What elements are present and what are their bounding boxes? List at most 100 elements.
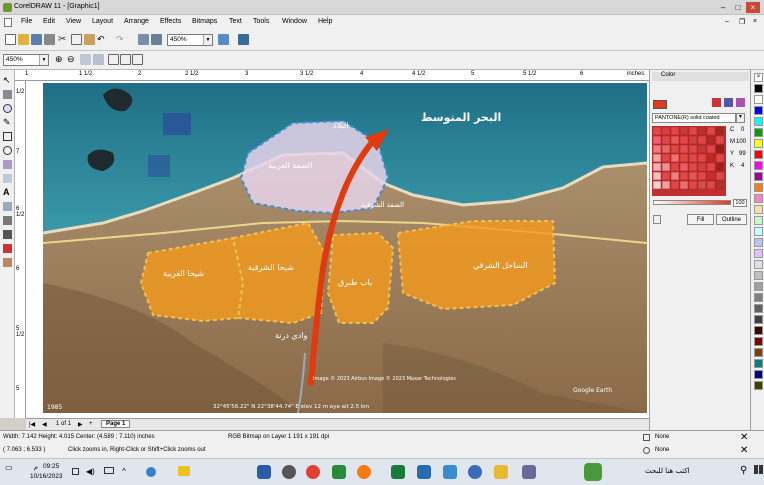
- weather-icon[interactable]: [178, 466, 190, 476]
- polygon-tool-icon[interactable]: [3, 160, 12, 169]
- minimize-button[interactable]: –: [716, 2, 730, 13]
- taskbar-word-icon[interactable]: [257, 465, 271, 479]
- rectangle-tool-icon[interactable]: [3, 132, 12, 141]
- chevron-down-icon[interactable]: ▼: [736, 113, 745, 123]
- zoom-width-icon[interactable]: [120, 54, 131, 65]
- save-icon[interactable]: [31, 34, 42, 45]
- notification-icon[interactable]: ▭: [5, 463, 13, 472]
- swatch-teal[interactable]: [754, 359, 763, 368]
- close-button[interactable]: ×: [746, 2, 760, 13]
- outline-button[interactable]: Outline: [716, 214, 747, 225]
- basic-shapes-icon[interactable]: [3, 174, 12, 183]
- menu-help[interactable]: Help: [318, 18, 332, 25]
- paste-icon[interactable]: [84, 34, 95, 45]
- swatch-50-black[interactable]: [754, 293, 763, 302]
- fill-indicator-icon[interactable]: [643, 434, 650, 441]
- taskbar-chrome-icon[interactable]: [306, 465, 320, 479]
- corel-online-icon[interactable]: [238, 34, 249, 45]
- interactive-blend-icon[interactable]: [3, 202, 12, 211]
- color-mixer-icon[interactable]: [724, 98, 733, 107]
- page-tab[interactable]: Page 1: [101, 420, 131, 428]
- swatch-lavender[interactable]: [754, 238, 763, 247]
- keyboard-icon[interactable]: [72, 468, 79, 475]
- windows-start-icon[interactable]: [754, 465, 763, 474]
- menu-view[interactable]: View: [66, 18, 81, 25]
- swatch-70-black[interactable]: [754, 304, 763, 313]
- undo-icon[interactable]: ↶: [97, 34, 108, 45]
- tint-slider[interactable]: [653, 200, 731, 205]
- zoom-all-icon[interactable]: [93, 54, 104, 65]
- zoom-levels-combo[interactable]: 450% ▼: [167, 34, 213, 46]
- export-icon[interactable]: [151, 34, 162, 45]
- zoom-page-icon[interactable]: [108, 54, 119, 65]
- freehand-tool-icon[interactable]: ✎: [3, 118, 12, 127]
- text-tool-icon[interactable]: A: [3, 188, 12, 197]
- eyedropper-icon[interactable]: [3, 216, 12, 225]
- zoom-out-icon[interactable]: ⊖: [67, 54, 78, 65]
- swatch-mint[interactable]: [754, 216, 763, 225]
- menu-layout[interactable]: Layout: [92, 18, 113, 25]
- search-icon[interactable]: ⚲: [740, 465, 747, 476]
- taskbar-firefox-icon[interactable]: [357, 465, 371, 479]
- swatch-30-black[interactable]: [754, 282, 763, 291]
- swatch-cyan[interactable]: [754, 117, 763, 126]
- menu-tools[interactable]: Tools: [253, 18, 269, 25]
- application-launcher-icon[interactable]: [218, 34, 229, 45]
- clock-time[interactable]: 09:25: [43, 463, 59, 470]
- swatch-cream[interactable]: [754, 205, 763, 214]
- swatch-red[interactable]: [754, 150, 763, 159]
- swatch-navy[interactable]: [754, 370, 763, 379]
- search-highlight-icon[interactable]: [584, 463, 602, 481]
- outline-tool-icon[interactable]: [3, 230, 12, 239]
- fill-button[interactable]: Fill: [687, 214, 714, 225]
- copy-icon[interactable]: [71, 34, 82, 45]
- no-color-swatch[interactable]: ×: [754, 73, 763, 82]
- menu-effects[interactable]: Effects: [160, 18, 181, 25]
- property-zoom-combo[interactable]: 450% ▼: [3, 54, 49, 66]
- taskbar-search-input[interactable]: اكتب هنا للبحث: [645, 467, 690, 475]
- print-icon[interactable]: [44, 34, 55, 45]
- import-icon[interactable]: [138, 34, 149, 45]
- swatch-magenta[interactable]: [754, 161, 763, 170]
- swatch-90-black[interactable]: [754, 315, 763, 324]
- zoom-selected-icon[interactable]: [80, 54, 91, 65]
- volume-icon[interactable]: ◀): [86, 467, 95, 476]
- fill-tool-icon[interactable]: [3, 244, 12, 253]
- doc-restore-icon[interactable]: ❐: [739, 18, 745, 26]
- ellipse-tool-icon[interactable]: [3, 146, 12, 155]
- menu-edit[interactable]: Edit: [43, 18, 55, 25]
- taskbar-excel-icon[interactable]: [391, 465, 405, 479]
- drawing-canvas[interactable]: البحر المتوسط البلاد الضفة الغربية الضفة…: [26, 81, 649, 418]
- taskbar-app-icon[interactable]: [282, 465, 296, 479]
- tint-value[interactable]: 100: [733, 199, 747, 207]
- redo-icon[interactable]: ↷: [116, 34, 127, 45]
- doc-close-icon[interactable]: ×: [753, 18, 757, 25]
- new-icon[interactable]: [5, 34, 16, 45]
- show-hidden-icon[interactable]: ^: [122, 467, 126, 476]
- next-page-icon[interactable]: ▶: [78, 421, 83, 428]
- zoom-in-icon[interactable]: ⊕: [55, 54, 66, 65]
- interactive-fill-icon[interactable]: [3, 258, 12, 267]
- swatch-olive[interactable]: [754, 381, 763, 390]
- taskbar-mail-icon[interactable]: [417, 465, 431, 479]
- menu-file[interactable]: File: [21, 18, 32, 25]
- swatch-green[interactable]: [754, 128, 763, 137]
- swatch-black[interactable]: [754, 84, 763, 93]
- swatch-pink[interactable]: [754, 194, 763, 203]
- taskbar-store-icon[interactable]: [443, 465, 457, 479]
- network-icon[interactable]: [104, 467, 114, 474]
- taskbar-explorer-icon[interactable]: [494, 465, 508, 479]
- swatch-blue[interactable]: [754, 106, 763, 115]
- tray-app-icon[interactable]: [146, 467, 156, 477]
- palette-selector[interactable]: PANTONE(R) solid coated: [652, 113, 736, 123]
- taskbar-edge-icon[interactable]: [468, 465, 482, 479]
- swatch-brown[interactable]: [754, 348, 763, 357]
- taskbar-coreldraw-icon[interactable]: [332, 465, 346, 479]
- open-icon[interactable]: [18, 34, 29, 45]
- menu-arrange[interactable]: Arrange: [124, 18, 149, 25]
- taskbar-task-view-icon[interactable]: [522, 465, 536, 479]
- cut-icon[interactable]: ✂: [58, 34, 69, 45]
- color-palette-icon[interactable]: [736, 98, 745, 107]
- swatch-lilac[interactable]: [754, 249, 763, 258]
- add-page-icon[interactable]: +: [89, 421, 93, 427]
